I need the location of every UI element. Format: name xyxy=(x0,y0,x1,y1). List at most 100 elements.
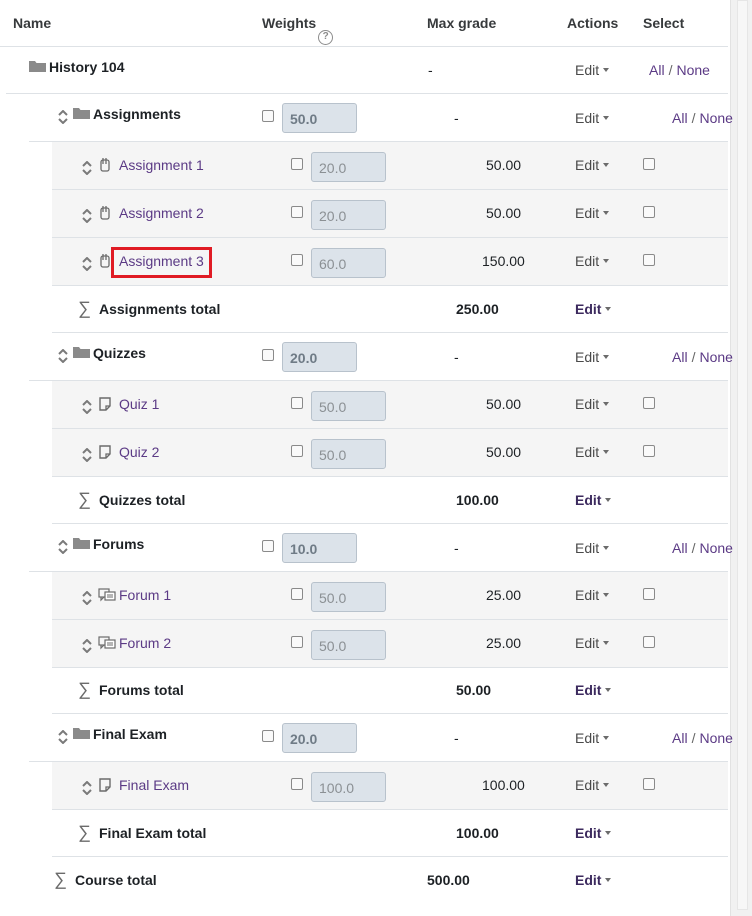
weight-override-checkbox[interactable] xyxy=(291,397,303,409)
sigma-icon: ∑ xyxy=(78,822,91,842)
edit-menu[interactable]: Edit xyxy=(575,492,612,508)
weight-input[interactable]: 20.0 xyxy=(282,723,357,753)
edit-menu[interactable]: Edit xyxy=(575,587,610,603)
weight-input[interactable]: 10.0 xyxy=(282,533,357,563)
weight-override-checkbox[interactable] xyxy=(291,636,303,648)
category-name: Assignments xyxy=(93,106,181,122)
scrollbar[interactable] xyxy=(730,0,752,916)
move-icon xyxy=(81,256,93,272)
select-all-link[interactable]: All xyxy=(672,730,688,746)
edit-menu[interactable]: Edit xyxy=(575,253,610,269)
select-none-link[interactable]: None xyxy=(699,730,732,746)
weight-override-checkbox[interactable] xyxy=(291,588,303,600)
edit-menu[interactable]: Edit xyxy=(575,349,610,365)
edit-menu[interactable]: Edit xyxy=(575,62,610,78)
weight-override-checkbox[interactable] xyxy=(291,254,303,266)
max-grade: 50.00 xyxy=(486,157,522,173)
move-icon xyxy=(81,399,93,415)
select-none-link[interactable]: None xyxy=(676,62,709,78)
grade-item-link[interactable]: Final Exam xyxy=(119,777,189,793)
weight-input[interactable]: 50.0 xyxy=(311,391,386,421)
col-select-header: Select xyxy=(643,15,685,31)
folder-icon xyxy=(73,106,90,119)
move-icon xyxy=(81,208,93,224)
grade-item-link[interactable]: Quiz 1 xyxy=(119,396,159,412)
category-name: Forums xyxy=(93,536,145,552)
grade-item-link[interactable]: Quiz 2 xyxy=(119,444,159,460)
edit-menu[interactable]: Edit xyxy=(575,825,612,841)
weight-override-checkbox[interactable] xyxy=(291,158,303,170)
select-separator: / xyxy=(668,62,673,78)
edit-menu[interactable]: Edit xyxy=(575,157,610,173)
edit-menu[interactable]: Edit xyxy=(575,110,610,126)
edit-menu[interactable]: Edit xyxy=(575,396,610,412)
weight-override-checkbox[interactable] xyxy=(262,540,274,552)
table-row: Final Exam 20.0 - Edit All / None xyxy=(29,714,733,762)
select-item-checkbox[interactable] xyxy=(643,397,655,409)
weight-input[interactable]: 50.0 xyxy=(311,439,386,469)
weight-override-checkbox[interactable] xyxy=(262,349,274,361)
category-name: Quizzes xyxy=(93,345,146,361)
weight-override-checkbox[interactable] xyxy=(262,110,274,122)
edit-label: Edit xyxy=(575,349,600,365)
weight-override-checkbox[interactable] xyxy=(291,206,303,218)
weight-input[interactable]: 20.0 xyxy=(311,200,386,230)
edit-menu[interactable]: Edit xyxy=(575,205,610,221)
category-total-name: Assignments total xyxy=(99,301,221,317)
select-item-checkbox[interactable] xyxy=(643,636,655,648)
weight-input[interactable]: 100.0 xyxy=(311,772,386,802)
select-item-checkbox[interactable] xyxy=(643,158,655,170)
weight-override-checkbox[interactable] xyxy=(291,445,303,457)
weight-input[interactable]: 50.0 xyxy=(311,630,386,660)
edit-menu[interactable]: Edit xyxy=(575,730,610,746)
select-all-none: All / None xyxy=(672,730,733,746)
weight-input[interactable]: 20.0 xyxy=(311,152,386,182)
edit-menu[interactable]: Edit xyxy=(575,777,610,793)
weight-input[interactable]: 50.0 xyxy=(311,582,386,612)
edit-menu[interactable]: Edit xyxy=(575,872,612,888)
select-none-link[interactable]: None xyxy=(699,349,732,365)
assignment-icon xyxy=(98,253,112,269)
max-grade: 150.00 xyxy=(482,253,525,269)
edit-label: Edit xyxy=(575,825,602,841)
edit-menu[interactable]: Edit xyxy=(575,635,610,651)
select-all-link[interactable]: All xyxy=(672,349,688,365)
edit-menu[interactable]: Edit xyxy=(575,301,612,317)
weight-override-checkbox[interactable] xyxy=(262,730,274,742)
edit-menu[interactable]: Edit xyxy=(575,444,610,460)
scrollbar-thumb[interactable] xyxy=(737,0,748,910)
select-all-link[interactable]: All xyxy=(672,540,688,556)
grade-item-link[interactable]: Assignment 2 xyxy=(119,205,204,221)
assignment-icon xyxy=(98,157,112,173)
max-grade: 100.00 xyxy=(482,777,525,793)
max-grade: 100.00 xyxy=(456,492,499,508)
weight-input[interactable]: 20.0 xyxy=(282,342,357,372)
select-all-link[interactable]: All xyxy=(649,62,665,78)
grade-item-link[interactable]: Forum 1 xyxy=(119,587,171,603)
grade-item-link[interactable]: Assignment 1 xyxy=(119,157,204,173)
edit-label: Edit xyxy=(575,301,602,317)
help-icon[interactable]: ? xyxy=(318,30,334,45)
max-grade: 50.00 xyxy=(486,396,522,412)
select-item-checkbox[interactable] xyxy=(643,254,655,266)
select-all-link[interactable]: All xyxy=(672,110,688,126)
course-total-name: Course total xyxy=(75,872,157,888)
select-none-link[interactable]: None xyxy=(699,110,732,126)
edit-menu[interactable]: Edit xyxy=(575,682,612,698)
select-item-checkbox[interactable] xyxy=(643,445,655,457)
table-row: Assignment 3 60.0 150.00 Edit xyxy=(52,238,728,286)
weight-override-checkbox[interactable] xyxy=(291,778,303,790)
edit-label: Edit xyxy=(575,205,600,221)
weight-input[interactable]: 60.0 xyxy=(311,248,386,278)
weight-input[interactable]: 50.0 xyxy=(282,103,357,133)
table-row: Final Exam 100.0 100.00 Edit xyxy=(52,762,728,810)
select-item-checkbox[interactable] xyxy=(643,588,655,600)
select-none-link[interactable]: None xyxy=(699,540,732,556)
folder-icon xyxy=(29,59,46,72)
category-total-name: Final Exam total xyxy=(99,825,207,841)
grade-item-link[interactable]: Assignment 3 xyxy=(119,253,204,269)
grade-item-link[interactable]: Forum 2 xyxy=(119,635,171,651)
select-item-checkbox[interactable] xyxy=(643,206,655,218)
edit-menu[interactable]: Edit xyxy=(575,540,610,556)
select-item-checkbox[interactable] xyxy=(643,778,655,790)
